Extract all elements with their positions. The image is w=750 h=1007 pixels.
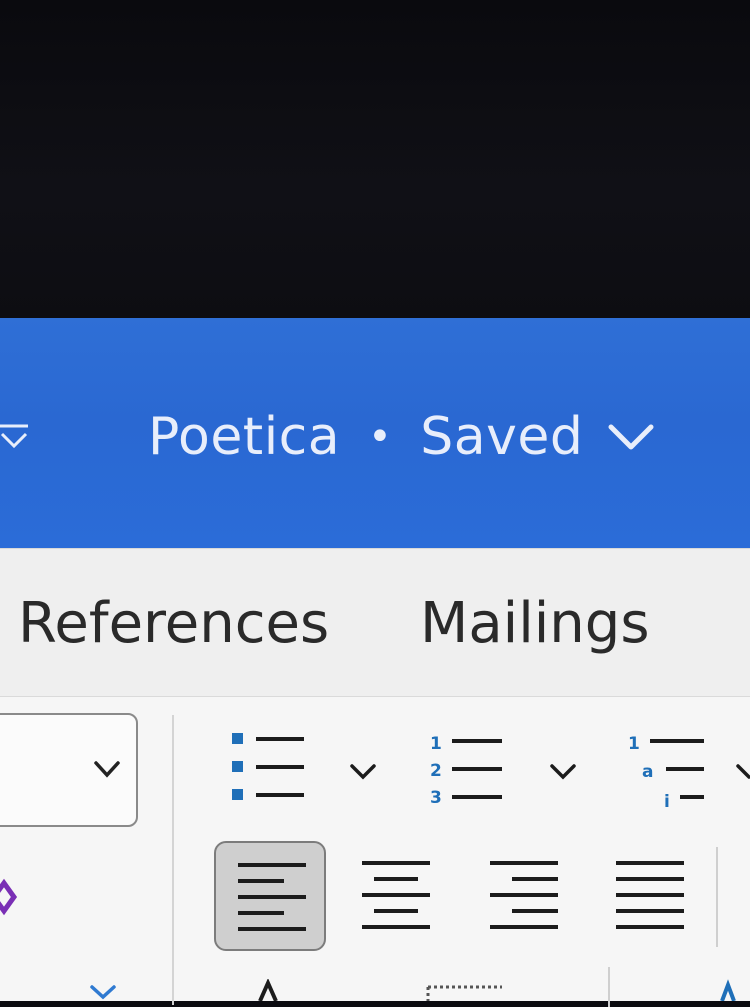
numbered-list-icon[interactable]: 1 2 3 bbox=[428, 731, 506, 807]
tab-references[interactable]: References bbox=[18, 591, 329, 656]
align-center-icon[interactable] bbox=[358, 857, 434, 933]
svg-text:2: 2 bbox=[430, 761, 442, 781]
group-divider bbox=[608, 967, 610, 1007]
save-status: Saved bbox=[420, 407, 584, 467]
multilevel-list-icon[interactable]: 1 a i bbox=[626, 731, 708, 811]
ribbon-home-panel: 1 2 3 1 a i bbox=[0, 696, 750, 1007]
tab-mailings[interactable]: Mailings bbox=[420, 591, 650, 656]
bullets-dropdown-chevron-icon[interactable] bbox=[348, 761, 378, 783]
ribbon-tab-bar: References Mailings bbox=[0, 548, 750, 697]
svg-text:1: 1 bbox=[430, 734, 442, 754]
chevron-down-icon bbox=[608, 424, 654, 450]
shading-icon[interactable] bbox=[250, 979, 284, 1001]
highlight-color-icon[interactable] bbox=[0, 877, 20, 917]
document-title-button[interactable]: Poetica • Saved bbox=[148, 402, 657, 472]
justify-icon[interactable] bbox=[612, 857, 688, 933]
svg-text:i: i bbox=[664, 792, 670, 811]
svg-text:a: a bbox=[642, 762, 653, 782]
monitor-bezel bbox=[0, 0, 750, 318]
bullet-list-icon[interactable] bbox=[230, 731, 308, 803]
chevron-down-icon[interactable] bbox=[88, 983, 118, 1001]
document-name: Poetica bbox=[148, 407, 341, 467]
sort-icon[interactable] bbox=[714, 979, 744, 1001]
svg-text:3: 3 bbox=[430, 788, 442, 807]
group-divider bbox=[172, 715, 174, 1005]
customize-qat-chevron-icon[interactable] bbox=[0, 420, 34, 454]
group-divider bbox=[716, 847, 718, 947]
title-separator: • bbox=[368, 414, 393, 460]
align-left-button[interactable] bbox=[214, 841, 326, 951]
svg-text:1: 1 bbox=[628, 734, 640, 754]
chevron-down-icon bbox=[94, 761, 120, 778]
numbering-dropdown-chevron-icon[interactable] bbox=[548, 761, 578, 783]
align-left-icon bbox=[238, 863, 306, 931]
multilevel-dropdown-chevron-icon[interactable] bbox=[736, 761, 750, 783]
font-size-dropdown[interactable] bbox=[0, 713, 138, 827]
borders-icon[interactable] bbox=[426, 979, 506, 1001]
align-right-icon[interactable] bbox=[486, 857, 562, 933]
